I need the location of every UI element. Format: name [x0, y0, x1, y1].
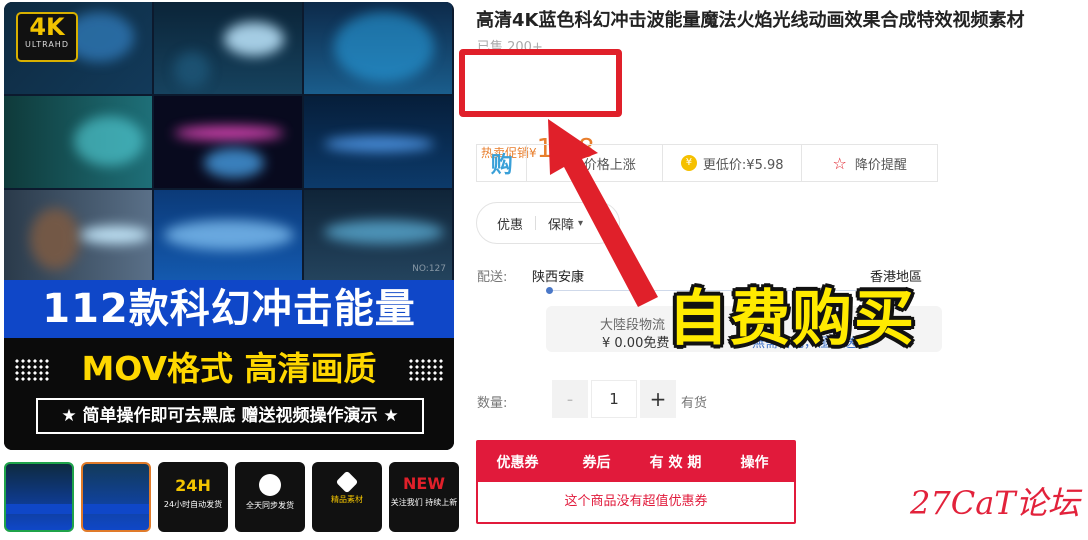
thumbnail-4-caption: 全天同步发货: [246, 501, 294, 510]
preview-tile: [154, 190, 302, 282]
4k-badge: 4K ULTRAHD: [16, 12, 78, 62]
price-alert-cell[interactable]: ☆ 降价提醒: [802, 145, 937, 181]
lower-price-label: 更低价:¥5.98: [702, 157, 784, 173]
preview-tile: [4, 190, 152, 282]
lower-price-cell[interactable]: ¥ 更低价:¥5.98: [663, 145, 803, 181]
coupon-empty-message: 这个商品没有超值优惠券: [564, 494, 708, 509]
shipping-method: 大陸段物流: [600, 318, 666, 333]
coupon-col-action: 操作: [740, 455, 769, 471]
product-title: 高清4K蓝色科幻冲击波能量魔法火焰光线动画效果合成特效视频素材: [476, 10, 1025, 31]
shipping-label: 配送:: [477, 270, 508, 285]
main-product-image[interactable]: 4K ULTRAHD NO:127 112款科幻冲击能量 MOV格式 高清画质 …: [4, 2, 454, 450]
preview-tile: [304, 96, 452, 188]
quantity-decrease-button[interactable]: -: [552, 380, 588, 418]
badge-4k-text: 4K: [29, 13, 65, 41]
headline-banner: 112款科幻冲击能量: [4, 280, 454, 338]
coupon-col-after: 券后: [582, 455, 611, 471]
thumbnail-6-caption: 关注我们 持续上新: [390, 498, 458, 507]
preview-tile: [304, 2, 452, 94]
price-alert-label: 降价提醒: [854, 157, 907, 173]
thumbnail-5-caption: 精品素材: [331, 495, 363, 504]
price-highlight-box: 热卖促销¥12.8: [459, 49, 622, 164]
thumbnail-2[interactable]: [81, 462, 151, 532]
cloud-icon: [259, 474, 281, 496]
thumbnail-1[interactable]: [4, 462, 74, 532]
preview-tile: [154, 2, 302, 94]
coin-icon: ¥: [680, 155, 697, 171]
thumbnail-4[interactable]: 全天同步发货: [235, 462, 305, 532]
thumbnail-6[interactable]: NEW 关注我们 持续上新: [389, 462, 459, 532]
star-icon: ☆: [832, 153, 847, 173]
thumbnail-6-title: NEW: [403, 474, 445, 493]
thumbnail-5[interactable]: 精品素材: [312, 462, 382, 532]
corner-label: NO:127: [412, 264, 446, 274]
badge-ultrahd-text: ULTRAHD: [25, 40, 69, 49]
preview-tile: [154, 96, 302, 188]
coupon-col-coupon: 优惠券: [496, 455, 539, 471]
divider: [535, 216, 537, 230]
quantity-label: 数量:: [477, 396, 508, 411]
format-line: MOV格式 高清画质: [81, 349, 377, 388]
thumbnail-3-title: 24H: [175, 476, 211, 495]
shopping-icon: 购: [490, 153, 513, 178]
gou-cell: 购: [477, 145, 528, 181]
red-arrow-annotation: [548, 119, 658, 307]
tip-line: ★ 简单操作即可去黑底 赠送视频操作演示 ★: [36, 398, 424, 434]
thumbnail-3[interactable]: 24H 24小时自动发货: [158, 462, 228, 532]
preview-tile: [4, 96, 152, 188]
coupon-col-validity: 有 效 期: [649, 455, 702, 471]
overlay-caption: 自费购买: [668, 284, 916, 354]
stock-status: 有货: [681, 396, 708, 411]
forum-watermark: 27CaT论坛: [910, 484, 1080, 522]
coupon-header-row: 优惠券 券后 有 效 期 操作: [478, 442, 794, 482]
quantity-increase-button[interactable]: +: [640, 380, 676, 418]
shipping-fee: ¥ 0.00免费: [602, 336, 670, 351]
feature-banner: MOV格式 高清画质 ★ 简单操作即可去黑底 赠送视频操作演示 ★: [4, 338, 454, 450]
thumbnail-3-caption: 24小时自动发货: [163, 500, 223, 509]
diamond-icon: [335, 470, 359, 494]
coupon-table: 优惠券 券后 有 效 期 操作 这个商品没有超值优惠券: [476, 440, 796, 524]
quantity-input[interactable]: 1: [591, 380, 637, 418]
thumbnail-strip: 24H 24小时自动发货 全天同步发货 精品素材 NEW 关注我们 持续上新: [4, 462, 464, 534]
offer-tab[interactable]: 优惠: [497, 214, 523, 233]
